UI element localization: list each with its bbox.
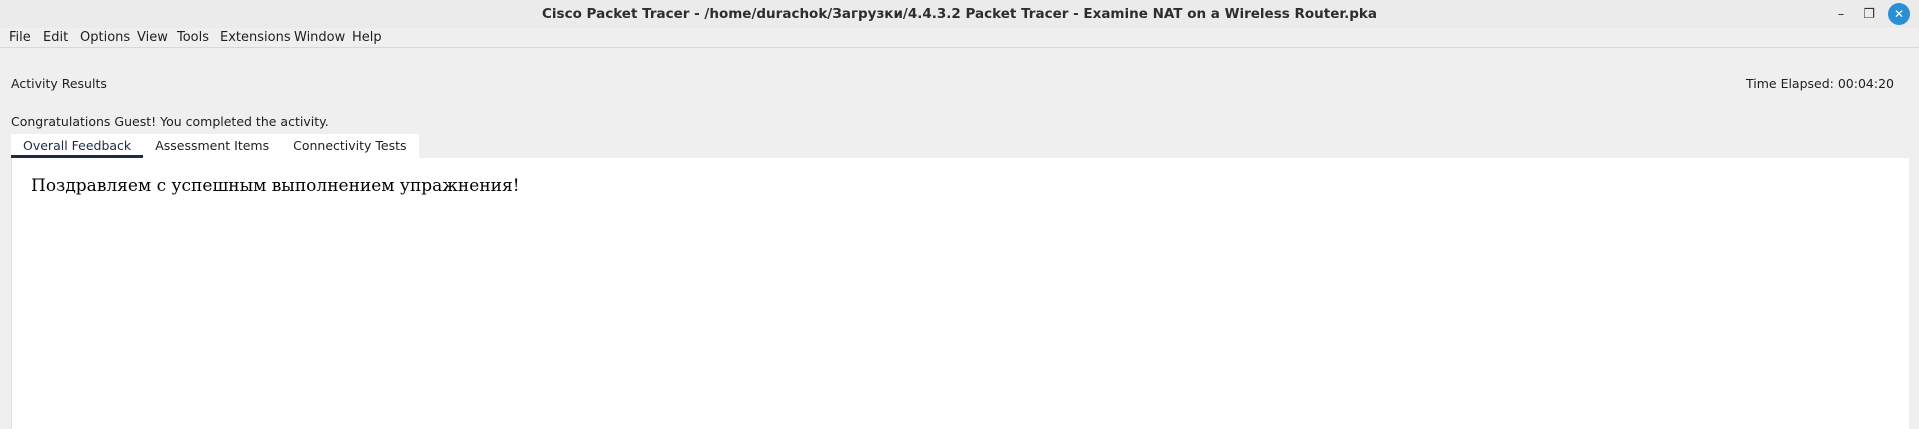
- menu-file[interactable]: File: [9, 30, 31, 45]
- menu-edit[interactable]: Edit: [43, 30, 68, 45]
- minimize-button[interactable]: –: [1831, 4, 1851, 24]
- time-elapsed: Time Elapsed: 00:04:20: [1746, 76, 1894, 91]
- maximize-icon: ❐: [1863, 6, 1875, 22]
- menu-bar: File Edit Options View Tools Extensions …: [0, 28, 1919, 48]
- menu-help[interactable]: Help: [352, 30, 382, 45]
- menu-tools[interactable]: Tools: [177, 30, 209, 45]
- tab-connectivity-tests[interactable]: Connectivity Tests: [281, 134, 419, 158]
- close-button[interactable]: ✕: [1888, 3, 1910, 25]
- window-title: Cisco Packet Tracer - /home/durachok/Заг…: [542, 6, 1377, 22]
- tab-overall-feedback[interactable]: Overall Feedback: [11, 134, 144, 159]
- menu-extensions[interactable]: Extensions: [220, 30, 291, 45]
- tab-assessment-items[interactable]: Assessment Items: [143, 134, 282, 158]
- congratulations-text: Congratulations Guest! You completed the…: [11, 114, 329, 129]
- results-tabs: Overall Feedback Assessment Items Connec…: [11, 134, 419, 159]
- feedback-message: Поздравляем с успешным выполнением упраж…: [31, 176, 520, 196]
- maximize-button[interactable]: ❐: [1859, 4, 1879, 24]
- minimize-icon: –: [1837, 6, 1845, 22]
- activity-results-heading: Activity Results: [11, 76, 107, 91]
- title-bar: Cisco Packet Tracer - /home/durachok/Заг…: [0, 0, 1919, 29]
- menu-view[interactable]: View: [137, 30, 168, 45]
- menu-options[interactable]: Options: [80, 30, 130, 45]
- close-icon: ✕: [1893, 7, 1905, 21]
- feedback-panel: Поздравляем с успешным выполнением упраж…: [11, 158, 1909, 429]
- menu-window[interactable]: Window: [294, 30, 345, 45]
